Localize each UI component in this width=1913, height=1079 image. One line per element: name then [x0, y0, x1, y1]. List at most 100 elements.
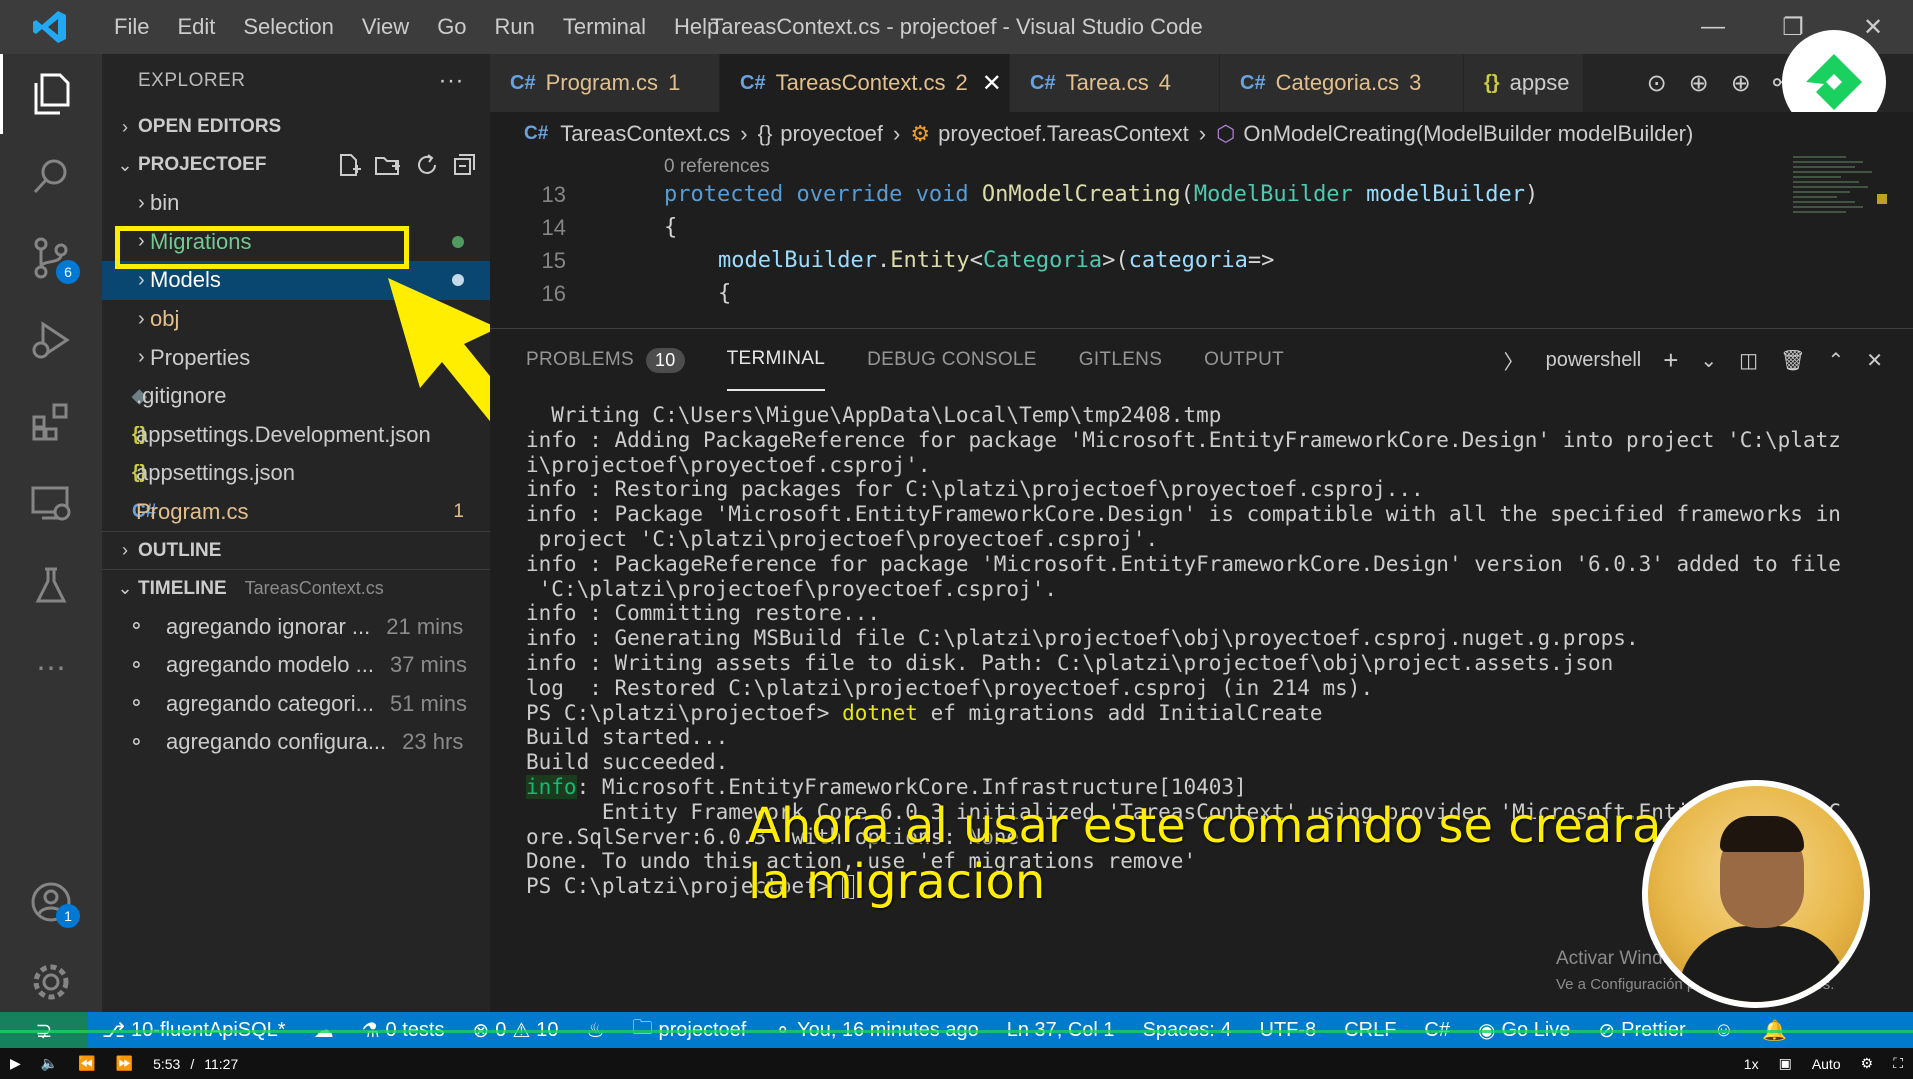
terminal-line: info : Committing restore... [526, 601, 881, 626]
line-number: 15 [541, 247, 566, 273]
breadcrumb-method[interactable]: OnModelCreating(ModelBuilder modelBuilde… [1243, 121, 1693, 147]
more-actions-icon[interactable]: ··· [439, 67, 464, 95]
tab-tarea[interactable]: C# Tarea.cs 4 [1010, 54, 1220, 112]
tab-categoria[interactable]: C# Categoria.cs 3 [1220, 54, 1464, 112]
tree-folder-bin[interactable]: › bin [102, 184, 490, 223]
chevron-right-icon: › [1198, 121, 1207, 146]
timeline-item[interactable]: ⚬ agregando ignorar ... 21 mins [102, 607, 490, 646]
minimize-button[interactable]: — [1673, 0, 1753, 54]
close-tab-icon[interactable]: ✕ [982, 69, 1002, 98]
explorer-icon[interactable] [0, 54, 102, 134]
remote-explorer-icon[interactable] [0, 464, 102, 544]
open-editors-label: OPEN EDITORS [138, 116, 282, 137]
tab-debug-console[interactable]: DEBUG CONSOLE [867, 329, 1037, 391]
info-tag: info [526, 774, 577, 799]
terminal-args: ef migrations add InitialCreate [917, 700, 1323, 725]
breadcrumb-namespace[interactable]: proyectoef [780, 121, 883, 147]
menu-help[interactable]: Help [660, 14, 733, 40]
rewind-icon[interactable]: ⏪ [78, 1055, 95, 1072]
quality-button[interactable]: Auto [1812, 1056, 1841, 1072]
scrollbar-marker [1877, 194, 1887, 204]
refresh-icon[interactable] [414, 152, 440, 178]
fullscreen-icon[interactable]: ⛶ [1893, 1055, 1903, 1072]
timeline-label: TIMELINE [138, 577, 227, 599]
menu-bar: File Edit Selection View Go Run Terminal… [100, 14, 733, 40]
new-folder-icon[interactable] [374, 152, 402, 178]
tree-label: Models [150, 267, 221, 293]
new-terminal-icon[interactable]: + [1663, 345, 1678, 376]
menu-edit[interactable]: Edit [163, 14, 229, 40]
code-editor[interactable]: 0 references 13 protected override void … [490, 156, 1913, 328]
timeline-item[interactable]: ⚬ agregando categori... 51 mins [102, 685, 490, 724]
tab-terminal[interactable]: TERMINAL [726, 329, 826, 391]
trash-icon[interactable]: 🗑 [1780, 348, 1805, 373]
menu-terminal[interactable]: Terminal [549, 14, 660, 40]
menu-view[interactable]: View [348, 14, 423, 40]
menu-run[interactable]: Run [481, 14, 549, 40]
breadcrumb-class[interactable]: proyectoef.TareasContext [938, 121, 1189, 147]
tree-label: Properties [150, 344, 251, 370]
codelens-references[interactable]: 0 references [664, 156, 770, 178]
forward-icon[interactable]: ⏩ [116, 1055, 133, 1072]
problem-count: 1 [453, 501, 464, 523]
title-bar: File Edit Selection View Go Run Terminal… [0, 0, 1913, 54]
csharp-file-icon: C# [524, 123, 549, 144]
search-icon[interactable] [0, 136, 102, 216]
terminal-shell-label[interactable]: powershell [1546, 349, 1642, 372]
play-icon[interactable]: ▶ [10, 1055, 21, 1072]
settings-icon[interactable]: ⚙ [1861, 1055, 1874, 1072]
timeline-item[interactable]: ⚬ agregando configura... 23 hrs [102, 723, 490, 762]
split-terminal-icon[interactable]: ◫ [1739, 348, 1758, 373]
testing-icon[interactable] [0, 546, 102, 626]
menu-selection[interactable]: Selection [229, 14, 348, 40]
more-icon[interactable]: ⋯ [0, 628, 102, 708]
volume-icon[interactable]: 🔈 [41, 1055, 58, 1072]
tree-file-program[interactable]: C# Program.cs 1 [102, 493, 490, 532]
video-player-bar: ▶ 🔈 ⏪ ⏩ 5:53 / 11:27 1x ▣ Auto ⚙ ⛶ [0, 1048, 1913, 1079]
project-section[interactable]: ⌄ PROJECTOEF [102, 146, 490, 184]
accounts-icon[interactable]: 1 [0, 862, 102, 942]
tab-gitlens[interactable]: GITLENS [1079, 329, 1162, 391]
tab-program[interactable]: C# Program.cs 1 [490, 54, 720, 112]
outline-section[interactable]: › OUTLINE [102, 531, 490, 569]
close-panel-icon[interactable]: ✕ [1866, 348, 1883, 373]
tab-output[interactable]: OUTPUT [1204, 329, 1284, 391]
timeline-section[interactable]: ⌄ TIMELINE TareasContext.cs [102, 569, 490, 607]
open-editors-section[interactable]: › OPEN EDITORS [102, 108, 490, 146]
tab-problems[interactable]: PROBLEMS 10 [526, 329, 685, 391]
csharp-file-icon: C# [510, 71, 536, 94]
tab-label: Categoria.cs [1275, 70, 1400, 95]
tree-label: obj [150, 306, 180, 332]
collapse-all-icon[interactable] [452, 152, 478, 178]
extensions-icon[interactable] [0, 382, 102, 462]
new-file-icon[interactable] [336, 152, 362, 178]
tab-appsettings[interactable]: {} appse [1464, 54, 1584, 112]
total-time: 11:27 [204, 1055, 239, 1072]
git-prev-icon[interactable]: ⊕ [1689, 69, 1709, 98]
outline-label: OUTLINE [138, 539, 222, 561]
timeline-item-time: 21 mins [386, 613, 464, 639]
accounts-badge: 1 [56, 904, 80, 928]
tree-folder-migrations[interactable]: › Migrations [102, 223, 490, 262]
chevron-down-icon: ⌄ [117, 578, 133, 599]
timeline-item[interactable]: ⚬ agregando modelo ... 37 mins [102, 646, 490, 685]
git-next-icon[interactable]: ⊕ [1731, 69, 1751, 98]
minimap[interactable] [1793, 156, 1881, 246]
maximize-panel-icon[interactable]: ⌃ [1827, 348, 1844, 373]
terminal-command: dotnet [842, 700, 918, 725]
run-debug-icon[interactable] [0, 300, 102, 380]
commit-icon: ⚬ [128, 693, 145, 716]
chevron-down-icon[interactable]: ⌄ [1700, 348, 1717, 373]
settings-gear-icon[interactable] [0, 942, 102, 1022]
source-control-icon[interactable]: 6 [0, 218, 102, 298]
chevron-right-icon: › [138, 268, 145, 291]
menu-go[interactable]: Go [423, 14, 480, 40]
git-compare-icon[interactable]: ⊙ [1647, 69, 1667, 98]
tab-tareascontext[interactable]: C# TareasContext.cs 2 ✕ [720, 54, 1010, 112]
breadcrumb-file[interactable]: TareasContext.cs [560, 121, 730, 147]
tree-file-appsettings[interactable]: {} appsettings.json [102, 454, 490, 493]
webcam-overlay [1642, 780, 1870, 1008]
menu-file[interactable]: File [100, 14, 163, 40]
theater-mode-icon[interactable]: ▣ [1779, 1055, 1792, 1072]
speed-button[interactable]: 1x [1744, 1056, 1759, 1072]
